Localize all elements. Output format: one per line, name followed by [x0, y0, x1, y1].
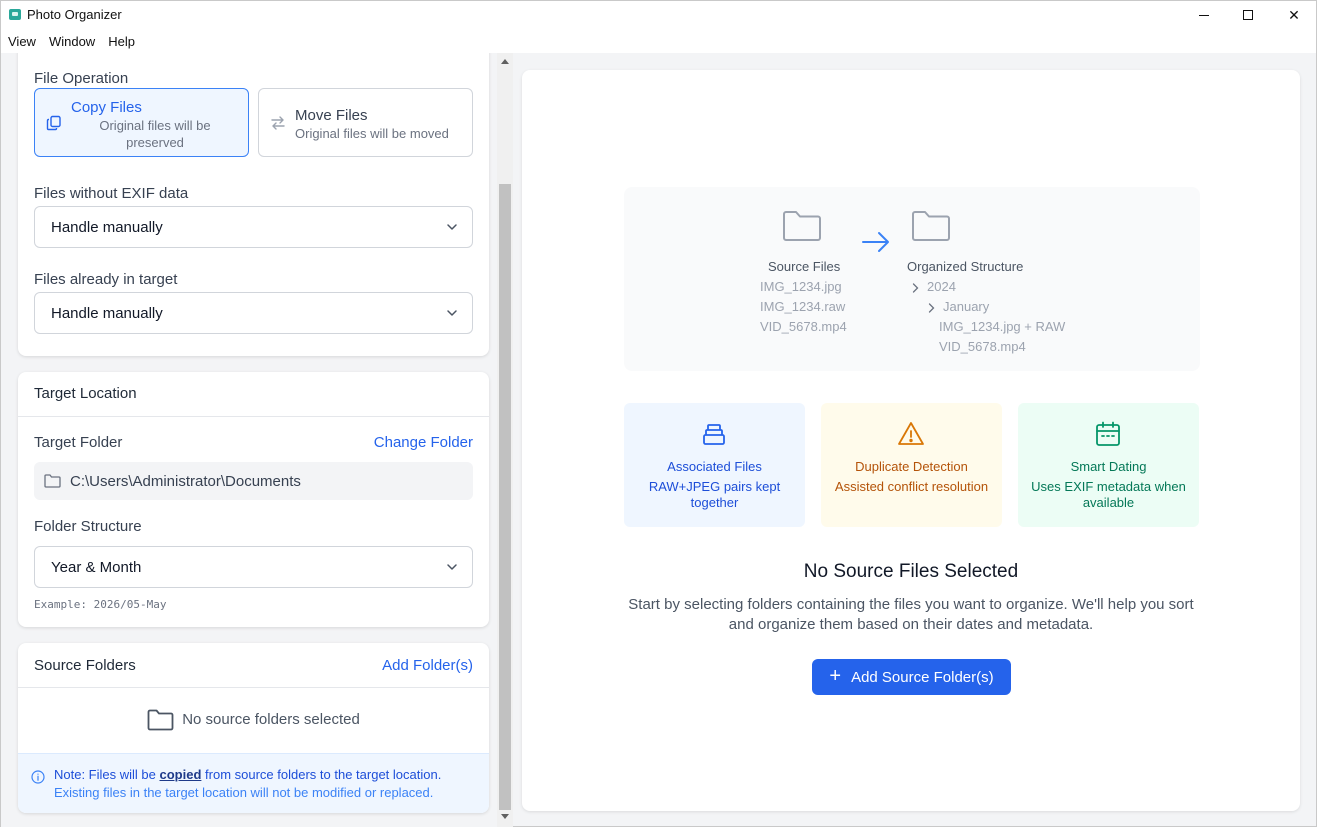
note-bold: copied	[159, 767, 202, 782]
info-icon	[31, 770, 45, 784]
source-files-label: Source Files	[768, 259, 841, 274]
minimize-icon	[1199, 14, 1209, 16]
source-folders-card: Source Folders Add Folder(s) No source f…	[18, 643, 489, 813]
feature-title: Smart Dating	[1070, 459, 1147, 474]
exif-select[interactable]: Handle manually	[34, 206, 473, 248]
main-panel: Source Files IMG_1234.jpg IMG_1234.raw V…	[522, 70, 1300, 811]
feature-associated-files: Associated Files RAW+JPEG pairs kept tog…	[624, 403, 805, 527]
menu-window[interactable]: Window	[42, 29, 101, 53]
scroll-down-arrow-icon[interactable]	[501, 814, 509, 819]
existing-files-label: Files already in target	[34, 271, 178, 288]
folder-icon	[147, 709, 174, 731]
target-folder-label: Target Folder	[34, 434, 123, 451]
target-path-text: C:\Users\Administrator\Documents	[70, 473, 301, 490]
chevron-right-icon	[912, 283, 919, 293]
source-folder-icon	[783, 211, 821, 241]
change-folder-link[interactable]: Change Folder	[374, 434, 473, 451]
plus-icon: +	[829, 665, 842, 687]
organized-structure-label: Organized Structure	[907, 259, 1024, 274]
target-path-display: C:\Users\Administrator\Documents	[34, 462, 473, 500]
scroll-thumb[interactable]	[499, 184, 511, 810]
note-suffix: from source folders to the target locati…	[205, 767, 442, 782]
empty-state-description: Start by selecting folders containing th…	[628, 596, 1194, 633]
window-title: Photo Organizer	[27, 7, 122, 22]
year-folder: 2024	[927, 279, 956, 294]
copy-icon	[46, 115, 61, 131]
copy-files-title: Copy Files	[71, 99, 142, 116]
title-bar: Photo Organizer ✕	[1, 1, 1316, 29]
menu-bar: View Window Help	[1, 29, 1316, 53]
note-prefix: Note: Files will be	[54, 767, 156, 782]
feature-smart-dating: Smart Dating Uses EXIF metadata when ava…	[1018, 403, 1199, 527]
chevron-right-icon	[928, 303, 935, 313]
stack-icon	[703, 424, 725, 445]
target-location-title: Target Location	[34, 385, 137, 402]
source-folders-title: Source Folders	[34, 657, 136, 674]
exif-select-value: Handle manually	[51, 219, 163, 236]
copy-note: Note: Files will be copied from source f…	[18, 753, 489, 813]
minimize-button[interactable]	[1181, 1, 1227, 29]
month-folder: January	[943, 299, 990, 314]
empty-state-title: No Source Files Selected	[803, 561, 1019, 582]
source-file-1: IMG_1234.jpg	[760, 279, 842, 294]
feature-desc: RAW+JPEG pairs kept together	[648, 479, 781, 510]
target-file-2: VID_5678.mp4	[939, 339, 1026, 354]
file-operation-label: File Operation	[34, 70, 129, 87]
target-location-card: Target Location Target Folder Change Fol…	[18, 372, 489, 627]
move-files-option[interactable]: Move Files Original files will be moved	[258, 88, 473, 157]
chevron-down-icon	[447, 310, 457, 316]
target-folder-icon	[912, 211, 950, 241]
left-panel-scrollbar[interactable]	[497, 53, 513, 827]
organize-diagram: Source Files IMG_1234.jpg IMG_1234.raw V…	[624, 187, 1200, 371]
settings-panel: File Operation Copy Files Original files…	[1, 53, 513, 827]
arrow-right-icon	[862, 232, 889, 252]
source-folders-header: Source Folders Add Folder(s)	[18, 643, 489, 688]
target-location-header: Target Location	[18, 372, 489, 417]
maximize-icon	[1243, 10, 1253, 20]
feature-duplicate-detection: Duplicate Detection Assisted conflict re…	[821, 403, 1002, 527]
folder-icon	[44, 474, 61, 488]
source-file-2: IMG_1234.raw	[760, 299, 846, 314]
feature-title: Duplicate Detection	[855, 459, 968, 474]
menu-view[interactable]: View	[1, 29, 42, 53]
chevron-down-icon	[447, 564, 457, 570]
app-window: Photo Organizer ✕ View Window Help File …	[0, 0, 1317, 827]
add-source-folders-button[interactable]: + Add Source Folder(s)	[812, 659, 1011, 695]
swap-arrows-icon	[271, 116, 285, 130]
feature-title: Associated Files	[667, 459, 762, 474]
empty-folders-text: No source folders selected	[182, 710, 360, 728]
maximize-button[interactable]	[1225, 1, 1271, 29]
file-options-card: File Operation Copy Files Original files…	[18, 53, 489, 356]
app-icon	[9, 9, 21, 20]
structure-example: Example: 2026/05-May	[34, 598, 167, 611]
feature-desc: Assisted conflict resolution	[834, 479, 989, 494]
close-button[interactable]: ✕	[1271, 1, 1317, 29]
empty-folders-message: No source folders selected	[18, 709, 489, 731]
source-file-3: VID_5678.mp4	[760, 319, 847, 334]
menu-help[interactable]: Help	[101, 29, 141, 53]
warning-icon	[898, 422, 924, 445]
note-line-1: Note: Files will be copied from source f…	[54, 767, 441, 782]
existing-files-select[interactable]: Handle manually	[34, 292, 473, 334]
scroll-up-arrow-icon[interactable]	[501, 59, 509, 64]
chevron-down-icon	[447, 224, 457, 230]
note-line-2: Existing files in the target location wi…	[54, 785, 434, 800]
add-folders-link[interactable]: Add Folder(s)	[382, 657, 473, 674]
move-files-title: Move Files	[295, 107, 368, 124]
exif-label: Files without EXIF data	[34, 185, 189, 202]
existing-files-select-value: Handle manually	[51, 305, 163, 322]
feature-desc: Uses EXIF metadata when available	[1031, 479, 1186, 510]
calendar-icon	[1096, 421, 1120, 446]
move-files-subtitle: Original files will be moved	[295, 126, 449, 141]
copy-files-option[interactable]: Copy Files Original files will be preser…	[34, 88, 249, 157]
target-file-1: IMG_1234.jpg + RAW	[939, 319, 1066, 334]
folder-structure-value: Year & Month	[51, 559, 142, 576]
folder-structure-label: Folder Structure	[34, 518, 142, 535]
copy-files-subtitle: Original files will be preserved	[99, 118, 211, 150]
add-source-folders-label: Add Source Folder(s)	[851, 668, 994, 686]
close-icon: ✕	[1288, 6, 1300, 23]
folder-structure-select[interactable]: Year & Month	[34, 546, 473, 588]
